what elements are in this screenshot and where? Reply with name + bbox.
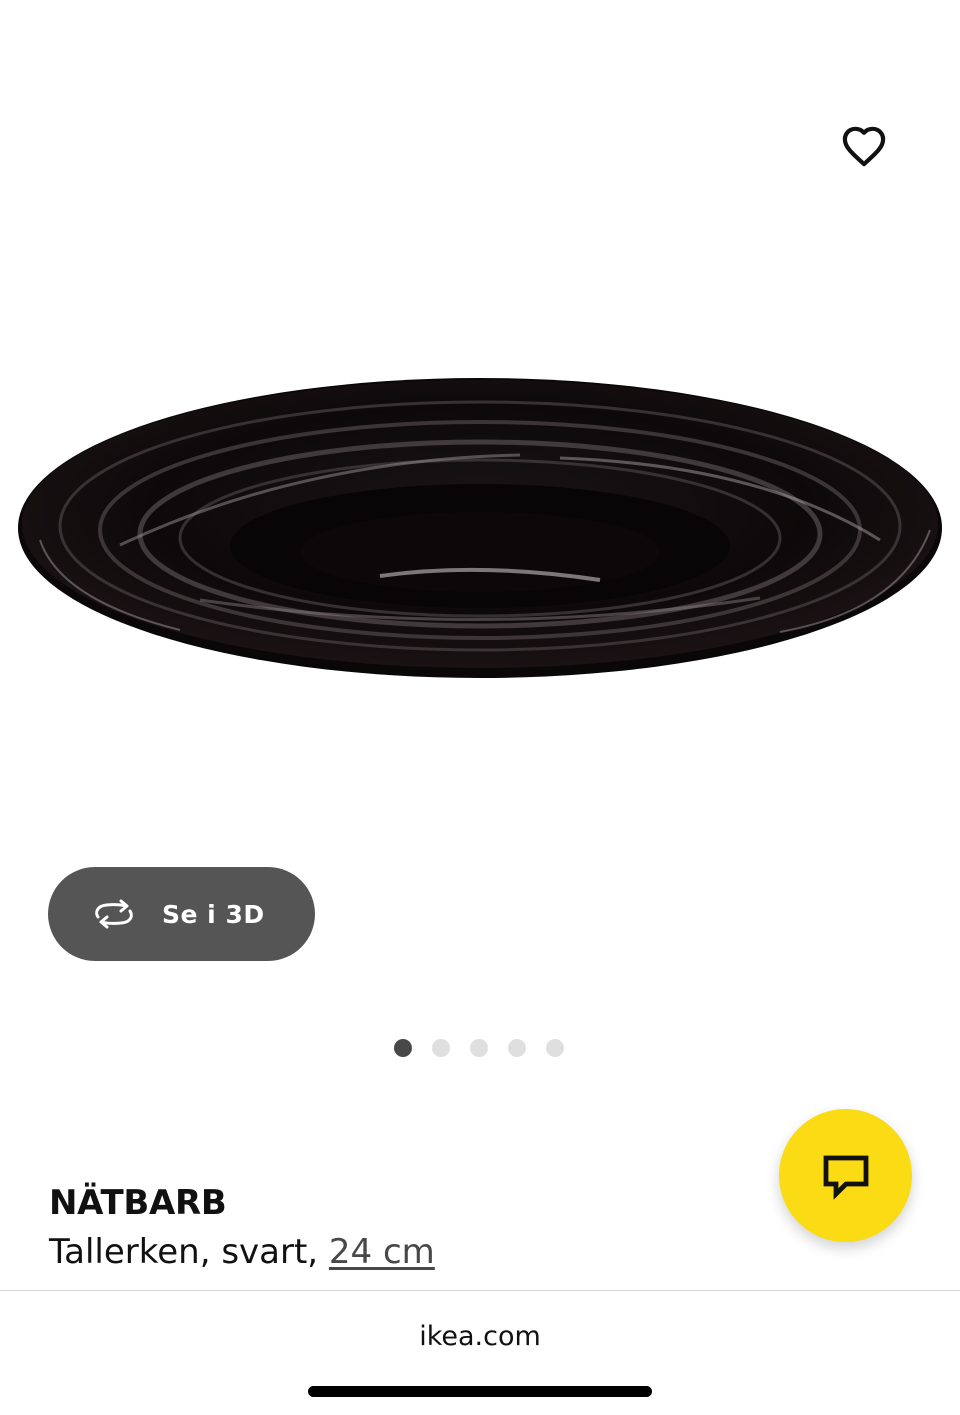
product-description-text: Tallerken, svart, [49, 1232, 329, 1272]
size-link[interactable]: 24 cm [329, 1232, 435, 1272]
url-text[interactable]: ikea.com [0, 1321, 960, 1352]
view-in-3d-button[interactable]: Se i 3D [48, 867, 315, 961]
product-description: Tallerken, svart, 24 cm [49, 1232, 435, 1272]
pagination-dot-2[interactable] [432, 1039, 450, 1057]
product-image[interactable] [0, 0, 960, 1000]
rotate-arrows-icon [90, 897, 138, 931]
pagination-dot-4[interactable] [508, 1039, 526, 1057]
heart-outline-icon [842, 126, 886, 167]
chat-bubble-icon [823, 1155, 868, 1200]
favorite-button[interactable] [834, 116, 894, 176]
black-plate-image [18, 378, 942, 678]
home-indicator [308, 1386, 652, 1397]
chat-button[interactable] [779, 1109, 912, 1242]
pagination-dot-1[interactable] [394, 1039, 412, 1057]
pagination-dot-3[interactable] [470, 1039, 488, 1057]
browser-address-bar: ikea.com [0, 1290, 960, 1415]
product-name: NÄTBARB [49, 1183, 227, 1223]
gallery-pagination [394, 1039, 564, 1057]
pagination-dot-5[interactable] [546, 1039, 564, 1057]
view-in-3d-label: Se i 3D [162, 899, 265, 929]
